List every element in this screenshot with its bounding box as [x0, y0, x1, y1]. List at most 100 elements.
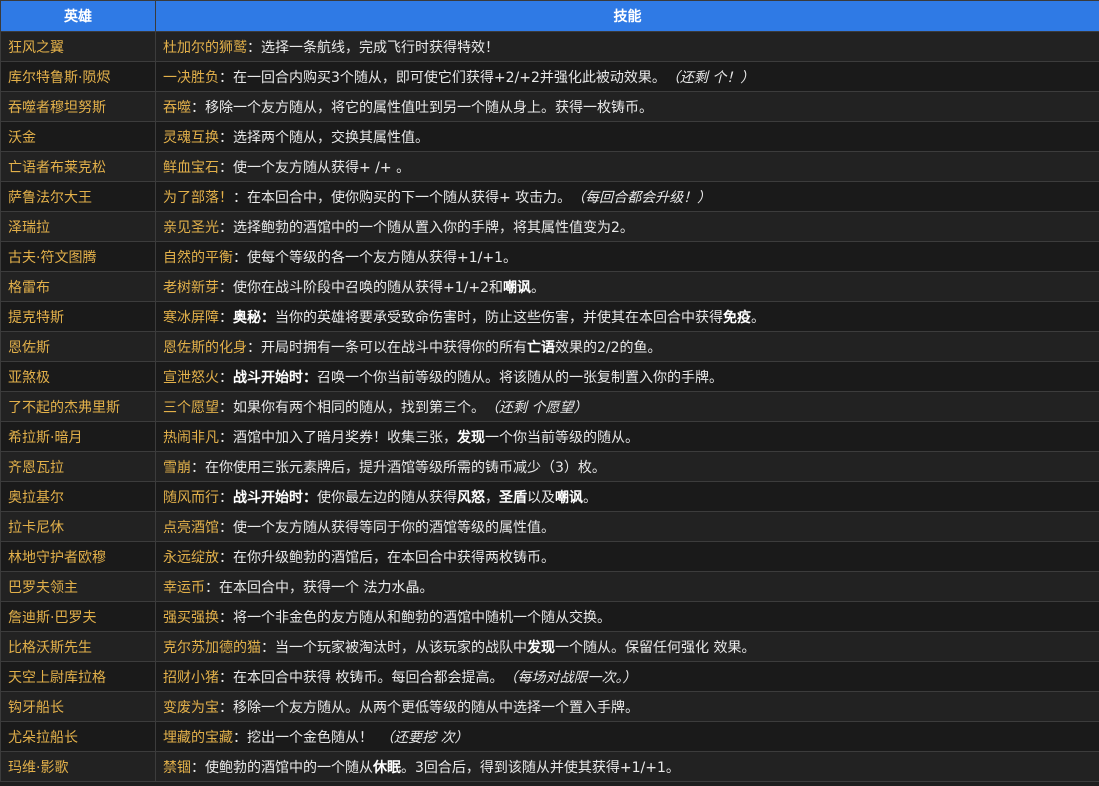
table-row: 亡语者布莱克松 鲜血宝石：使一个友方随从获得+ /+ 。 [0, 151, 1099, 182]
table-row: 泽瑞拉 亲见圣光：选择鲍勃的酒馆中的一个随从置入你的手牌，将其属性值变为2。 [0, 211, 1099, 242]
table-row: 亚煞极 宣泄怒火：战斗开始时：召唤一个你当前等级的随从。将该随从的一张复制置入你的… [0, 361, 1099, 392]
skill-colon: ： [219, 219, 233, 236]
table-row: 提克特斯 寒冰屏障：奥秘：当你的英雄将要承受致命伤害时，防止这些伤害，并使其在本回… [0, 301, 1099, 332]
hero-skill-table: 英雄 技能 狂风之翼 杜加尔的狮鹫：选择一条航线，完成飞行时获得特效！ 库尔特鲁斯·… [0, 0, 1099, 782]
skill-name: 禁锢 [163, 759, 191, 776]
skill-colon: ： [219, 369, 233, 386]
skill-desc: 使一个友方随从获得+ /+ 。 [233, 159, 411, 176]
skill-desc: 使鲍勃的酒馆中的一个随从休眠。3回合后，得到该随从并使其获得+1/+1。 [205, 759, 680, 776]
table-row: 恩佐斯 恩佐斯的化身：开局时拥有一条可以在战斗中获得你的所有亡语效果的2/2的鱼。 [0, 331, 1099, 362]
skill-desc: 在你使用三张元素牌后，提升酒馆等级所需的铸币减少（3）枚。 [205, 459, 606, 476]
hero-name: 提克特斯 [0, 301, 156, 332]
skill-name: 老树新芽 [163, 279, 219, 296]
skill-cell: 随风而行：战斗开始时：使你最左边的随从获得风怒，圣盾以及嘲讽。 [155, 481, 1099, 512]
skill-colon: ： [191, 99, 205, 116]
table-row: 古夫·符文图腾 自然的平衡：使每个等级的各一个友方随从获得+1/+1。 [0, 241, 1099, 272]
skill-name: 随风而行 [163, 489, 219, 506]
table-row: 狂风之翼 杜加尔的狮鹫：选择一条航线，完成飞行时获得特效！ [0, 31, 1099, 62]
skill-desc: 酒馆中加入了暗月奖券！收集三张，发现一个你当前等级的随从。 [233, 429, 639, 446]
table-row: 库尔特鲁斯·陨烬 一决胜负：在一回合内购买3个随从，即可使它们获得+2/+2并强化… [0, 61, 1099, 92]
hero-name: 希拉斯·暗月 [0, 421, 156, 452]
skill-cell: 寒冰屏障：奥秘：当你的英雄将要承受致命伤害时，防止这些伤害，并使其在本回合中获得… [155, 301, 1099, 332]
skill-colon: ： [219, 69, 233, 86]
hero-name: 林地守护者欧穆 [0, 541, 156, 572]
skill-cell: 克尔苏加德的猫：当一个玩家被淘汰时，从该玩家的战队中发现一个随从。保留任何强化 … [155, 631, 1099, 662]
skill-cell: 一决胜负：在一回合内购买3个随从，即可使它们获得+2/+2并强化此被动效果。 （… [155, 61, 1099, 92]
skill-colon: ： [219, 279, 233, 296]
table-row: 沃金 灵魂互换：选择两个随从，交换其属性值。 [0, 121, 1099, 152]
table-row: 詹迪斯·巴罗夫 强买强换：将一个非金色的友方随从和鲍勃的酒馆中随机一个随从交换。 [0, 601, 1099, 632]
skill-colon: ： [219, 699, 233, 716]
skill-desc: 挖出一个金色随从！ [247, 729, 387, 746]
hero-name: 恩佐斯 [0, 331, 156, 362]
skill-colon: ： [247, 39, 261, 56]
hero-name: 尤朵拉船长 [0, 721, 156, 752]
skill-desc: 使一个友方随从获得等同于你的酒馆等级的属性值。 [233, 519, 555, 536]
skill-desc: 开局时拥有一条可以在战斗中获得你的所有亡语效果的2/2的鱼。 [261, 339, 662, 356]
skill-cell: 杜加尔的狮鹫：选择一条航线，完成飞行时获得特效！ [155, 31, 1099, 62]
skill-colon: ： [191, 459, 205, 476]
skill-cell: 禁锢：使鲍勃的酒馆中的一个随从休眠。3回合后，得到该随从并使其获得+1/+1。 [155, 751, 1099, 782]
skill-colon: ： [219, 489, 233, 506]
skill-desc: 战斗开始时：使你最左边的随从获得风怒，圣盾以及嘲讽。 [233, 489, 597, 506]
skill-desc: 在本回合中，获得一个 法力水晶。 [219, 579, 434, 596]
hero-name: 库尔特鲁斯·陨烬 [0, 61, 156, 92]
table-row: 林地守护者欧穆 永远绽放：在你升级鲍勃的酒馆后，在本回合中获得两枚铸币。 [0, 541, 1099, 572]
skill-cell: 自然的平衡：使每个等级的各一个友方随从获得+1/+1。 [155, 241, 1099, 272]
hero-name: 巴罗夫领主 [0, 571, 156, 602]
skill-desc: 使你在战斗阶段中召唤的随从获得+1/+2和嘲讽。 [233, 279, 545, 296]
hero-name: 玛维·影歌 [0, 751, 156, 782]
skill-desc: 在你升级鲍勃的酒馆后，在本回合中获得两枚铸币。 [233, 549, 555, 566]
table-row: 钩牙船长 变废为宝：移除一个友方随从。从两个更低等级的随从中选择一个置入手牌。 [0, 691, 1099, 722]
table-row: 萨鲁法尔大王 为了部落！：在本回合中，使你购买的下一个随从获得+ 攻击力。 （每回… [0, 181, 1099, 212]
skill-name: 吞噬 [163, 99, 191, 116]
hero-name: 泽瑞拉 [0, 211, 156, 242]
table-row: 比格沃斯先生 克尔苏加德的猫：当一个玩家被淘汰时，从该玩家的战队中发现一个随从。保… [0, 631, 1099, 662]
skill-desc: 选择两个随从，交换其属性值。 [233, 129, 429, 146]
skill-desc: 在一回合内购买3个随从，即可使它们获得+2/+2并强化此被动效果。 [233, 69, 673, 86]
skill-colon: ： [233, 189, 247, 206]
skill-colon: ： [219, 609, 233, 626]
skill-name: 雪崩 [163, 459, 191, 476]
skill-note: （还要挖 次） [387, 729, 469, 746]
table-header-row: 英雄 技能 [0, 0, 1099, 32]
skill-name: 幸运币 [163, 579, 205, 596]
skill-cell: 雪崩：在你使用三张元素牌后，提升酒馆等级所需的铸币减少（3）枚。 [155, 451, 1099, 482]
skill-desc: 移除一个友方随从。从两个更低等级的随从中选择一个置入手牌。 [233, 699, 639, 716]
hero-name: 沃金 [0, 121, 156, 152]
header-skill: 技能 [155, 0, 1099, 32]
skill-colon: ： [191, 759, 205, 776]
skill-colon: ： [233, 249, 247, 266]
skill-name: 招财小猪 [163, 669, 219, 686]
skill-desc: 当一个玩家被淘汰时，从该玩家的战队中发现一个随从。保留任何强化 效果。 [275, 639, 756, 656]
skill-note: （还剩 个！） [672, 69, 755, 86]
skill-name: 三个愿望 [163, 399, 219, 416]
skill-cell: 招财小猪：在本回合中获得 枚铸币。每回合都会提高。 （每场对战限一次。） [155, 661, 1099, 692]
skill-desc: 如果你有两个相同的随从，找到第三个。 [233, 399, 492, 416]
skill-name: 变废为宝 [163, 699, 219, 716]
skill-colon: ： [219, 549, 233, 566]
hero-name: 古夫·符文图腾 [0, 241, 156, 272]
hero-name: 萨鲁法尔大王 [0, 181, 156, 212]
skill-name: 杜加尔的狮鹫 [163, 39, 247, 56]
table-row: 奥拉基尔 随风而行：战斗开始时：使你最左边的随从获得风怒，圣盾以及嘲讽。 [0, 481, 1099, 512]
skill-desc: 选择鲍勃的酒馆中的一个随从置入你的手牌，将其属性值变为2。 [233, 219, 634, 236]
hero-name: 詹迪斯·巴罗夫 [0, 601, 156, 632]
skill-colon: ： [219, 519, 233, 536]
hero-name: 吞噬者穆坦努斯 [0, 91, 156, 122]
skill-colon: ： [219, 429, 233, 446]
skill-desc: 使每个等级的各一个友方随从获得+1/+1。 [247, 249, 517, 266]
skill-cell: 为了部落！：在本回合中，使你购买的下一个随从获得+ 攻击力。 （每回合都会升级！… [155, 181, 1099, 212]
table-row: 了不起的杰弗里斯 三个愿望：如果你有两个相同的随从，找到第三个。 （还剩 个愿望） [0, 391, 1099, 422]
table-row: 格雷布 老树新芽：使你在战斗阶段中召唤的随从获得+1/+2和嘲讽。 [0, 271, 1099, 302]
skill-note: （每回合都会升级！） [578, 189, 712, 206]
skill-colon: ： [261, 639, 275, 656]
skill-name: 亲见圣光 [163, 219, 219, 236]
skill-cell: 宣泄怒火：战斗开始时：召唤一个你当前等级的随从。将该随从的一张复制置入你的手牌。 [155, 361, 1099, 392]
hero-name: 狂风之翼 [0, 31, 156, 62]
skill-desc: 在本回合中获得 枚铸币。每回合都会提高。 [233, 669, 511, 686]
hero-name: 亡语者布莱克松 [0, 151, 156, 182]
table-row: 吞噬者穆坦努斯 吞噬：移除一个友方随从，将它的属性值吐到另一个随从身上。获得一枚铸… [0, 91, 1099, 122]
hero-name: 了不起的杰弗里斯 [0, 391, 156, 422]
skill-cell: 鲜血宝石：使一个友方随从获得+ /+ 。 [155, 151, 1099, 182]
